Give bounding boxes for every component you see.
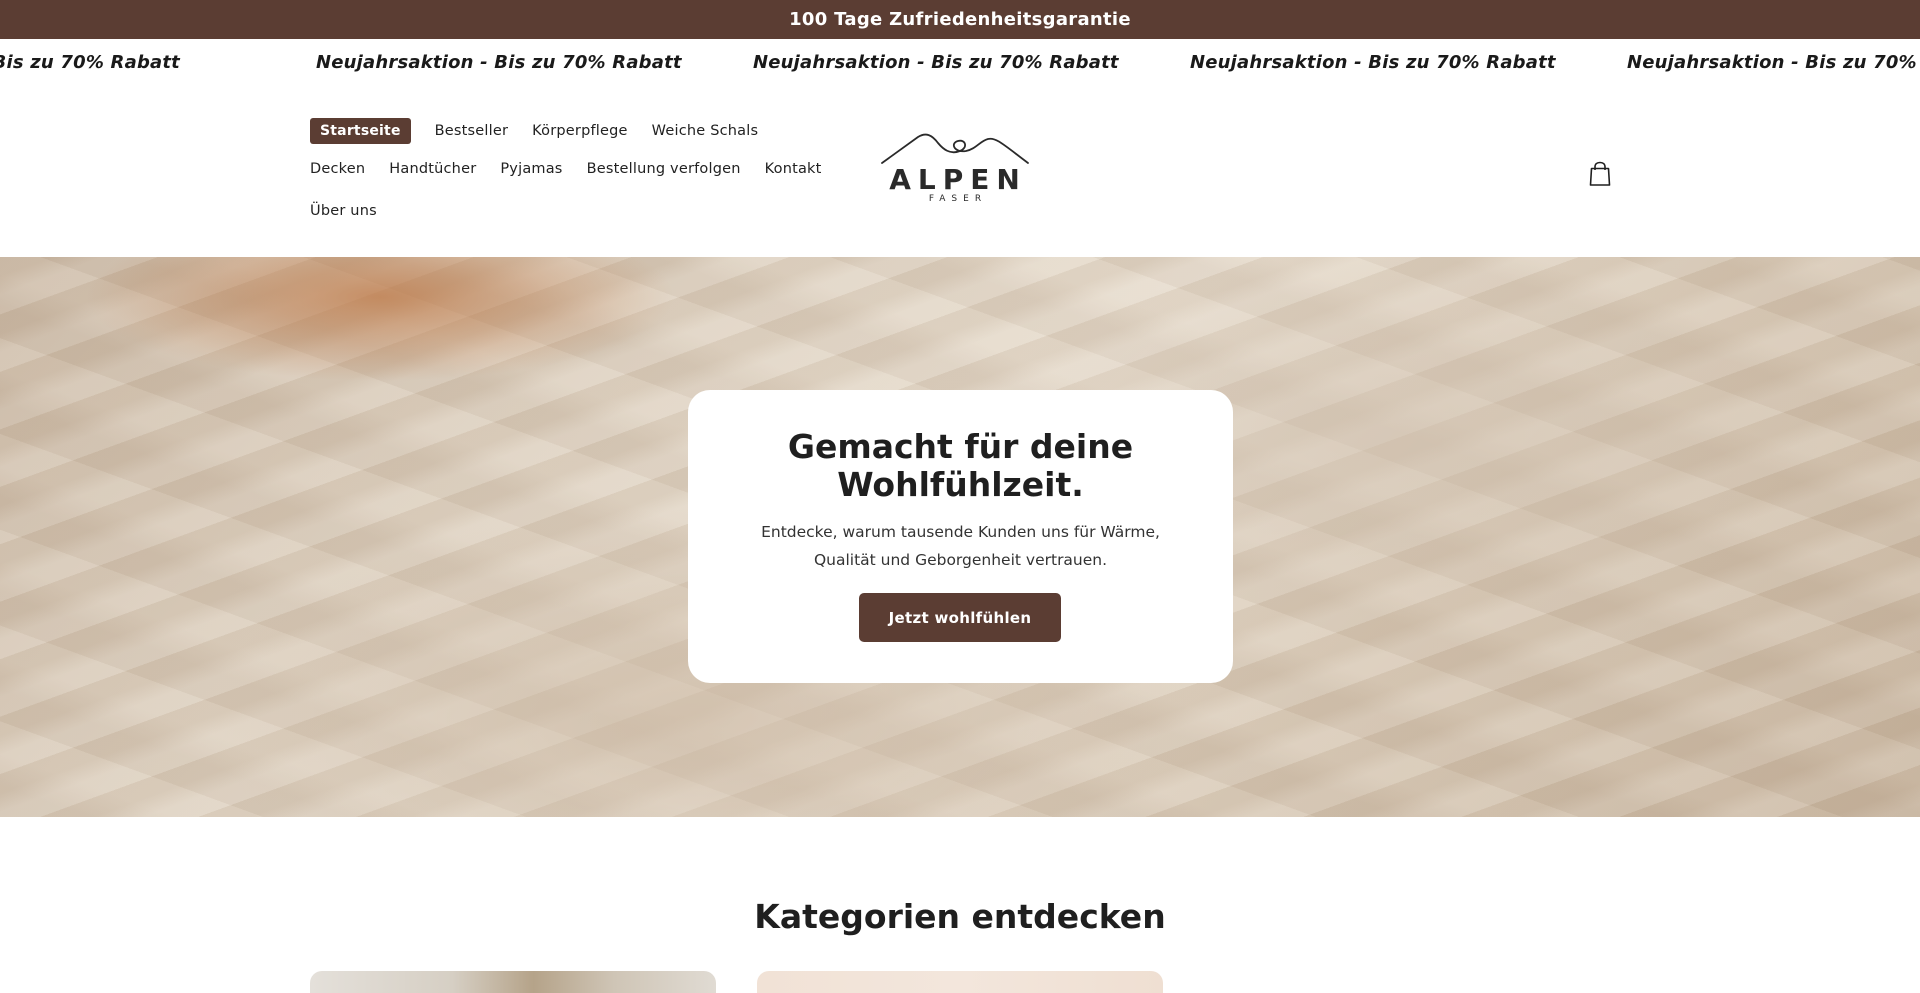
cart-button[interactable]	[1588, 161, 1612, 187]
hero-title: Gemacht für deine Wohlfühlzeit.	[787, 427, 1134, 504]
marquee-item: ion - Bis zu 70% Rabatt	[0, 52, 180, 73]
mountain-logo-icon	[881, 133, 1029, 164]
nav-row: Decken Handtücher Pyjamas Bestellung ver…	[310, 161, 846, 177]
nav-link-koerperpflege[interactable]: Körperpflege	[532, 123, 628, 139]
marquee-item: Neujahrsaktion - Bis zu 70% Rabatt	[753, 52, 1119, 73]
hero-cta-button[interactable]: Jetzt wohlfühlen	[859, 593, 1061, 642]
logo-wordmark: ALPEN	[889, 163, 1027, 196]
nav-link-startseite[interactable]: Startseite	[310, 118, 411, 144]
nav-link-handtuecher[interactable]: Handtücher	[389, 161, 476, 177]
categories-title: Kategorien entdecken	[754, 897, 1166, 936]
category-card[interactable]	[757, 971, 1163, 993]
marquee-item: Neujahrsaktion - Bis zu 70% Rabatt	[1627, 52, 1920, 73]
marquee-item: Neujahrsaktion - Bis zu 70% Rabatt	[316, 52, 682, 73]
category-card[interactable]	[310, 971, 716, 993]
hero-banner: Gemacht für deine Wohlfühlzeit. Entdecke…	[0, 257, 1920, 817]
announcement-bar: 100 Tage Zufriedenheitsgarantie	[0, 0, 1920, 39]
marquee-item: Neujahrsaktion - Bis zu 70% Rabatt	[1190, 52, 1556, 73]
nav-link-decken[interactable]: Decken	[310, 161, 365, 177]
nav-link-bestellung-verfolgen[interactable]: Bestellung verfolgen	[587, 161, 741, 177]
shopping-bag-icon	[1589, 161, 1611, 186]
nav-link-kontakt[interactable]: Kontakt	[765, 161, 822, 177]
nav-link-weiche-schals[interactable]: Weiche Schals	[652, 123, 759, 139]
nav-link-ueber-uns[interactable]: Über uns	[310, 203, 377, 219]
nav-link-pyjamas[interactable]: Pyjamas	[500, 161, 562, 177]
hero-card: Gemacht für deine Wohlfühlzeit. Entdecke…	[688, 390, 1233, 683]
brand-logo[interactable]: ALPEN FASER	[880, 131, 1030, 211]
hero-text: Entdecke, warum tausende Kunden uns für …	[761, 523, 1160, 569]
promo-marquee: ion - Bis zu 70% Rabatt Neujahrsaktion -…	[0, 39, 1920, 89]
site-header: Startseite Bestseller Körperpflege Weich…	[0, 89, 1920, 257]
announcement-text: 100 Tage Zufriedenheitsgarantie	[789, 9, 1131, 30]
nav-row: Über uns	[310, 203, 401, 219]
nav-row: Startseite Bestseller Körperpflege Weich…	[310, 118, 782, 144]
nav-link-bestseller[interactable]: Bestseller	[435, 123, 509, 139]
